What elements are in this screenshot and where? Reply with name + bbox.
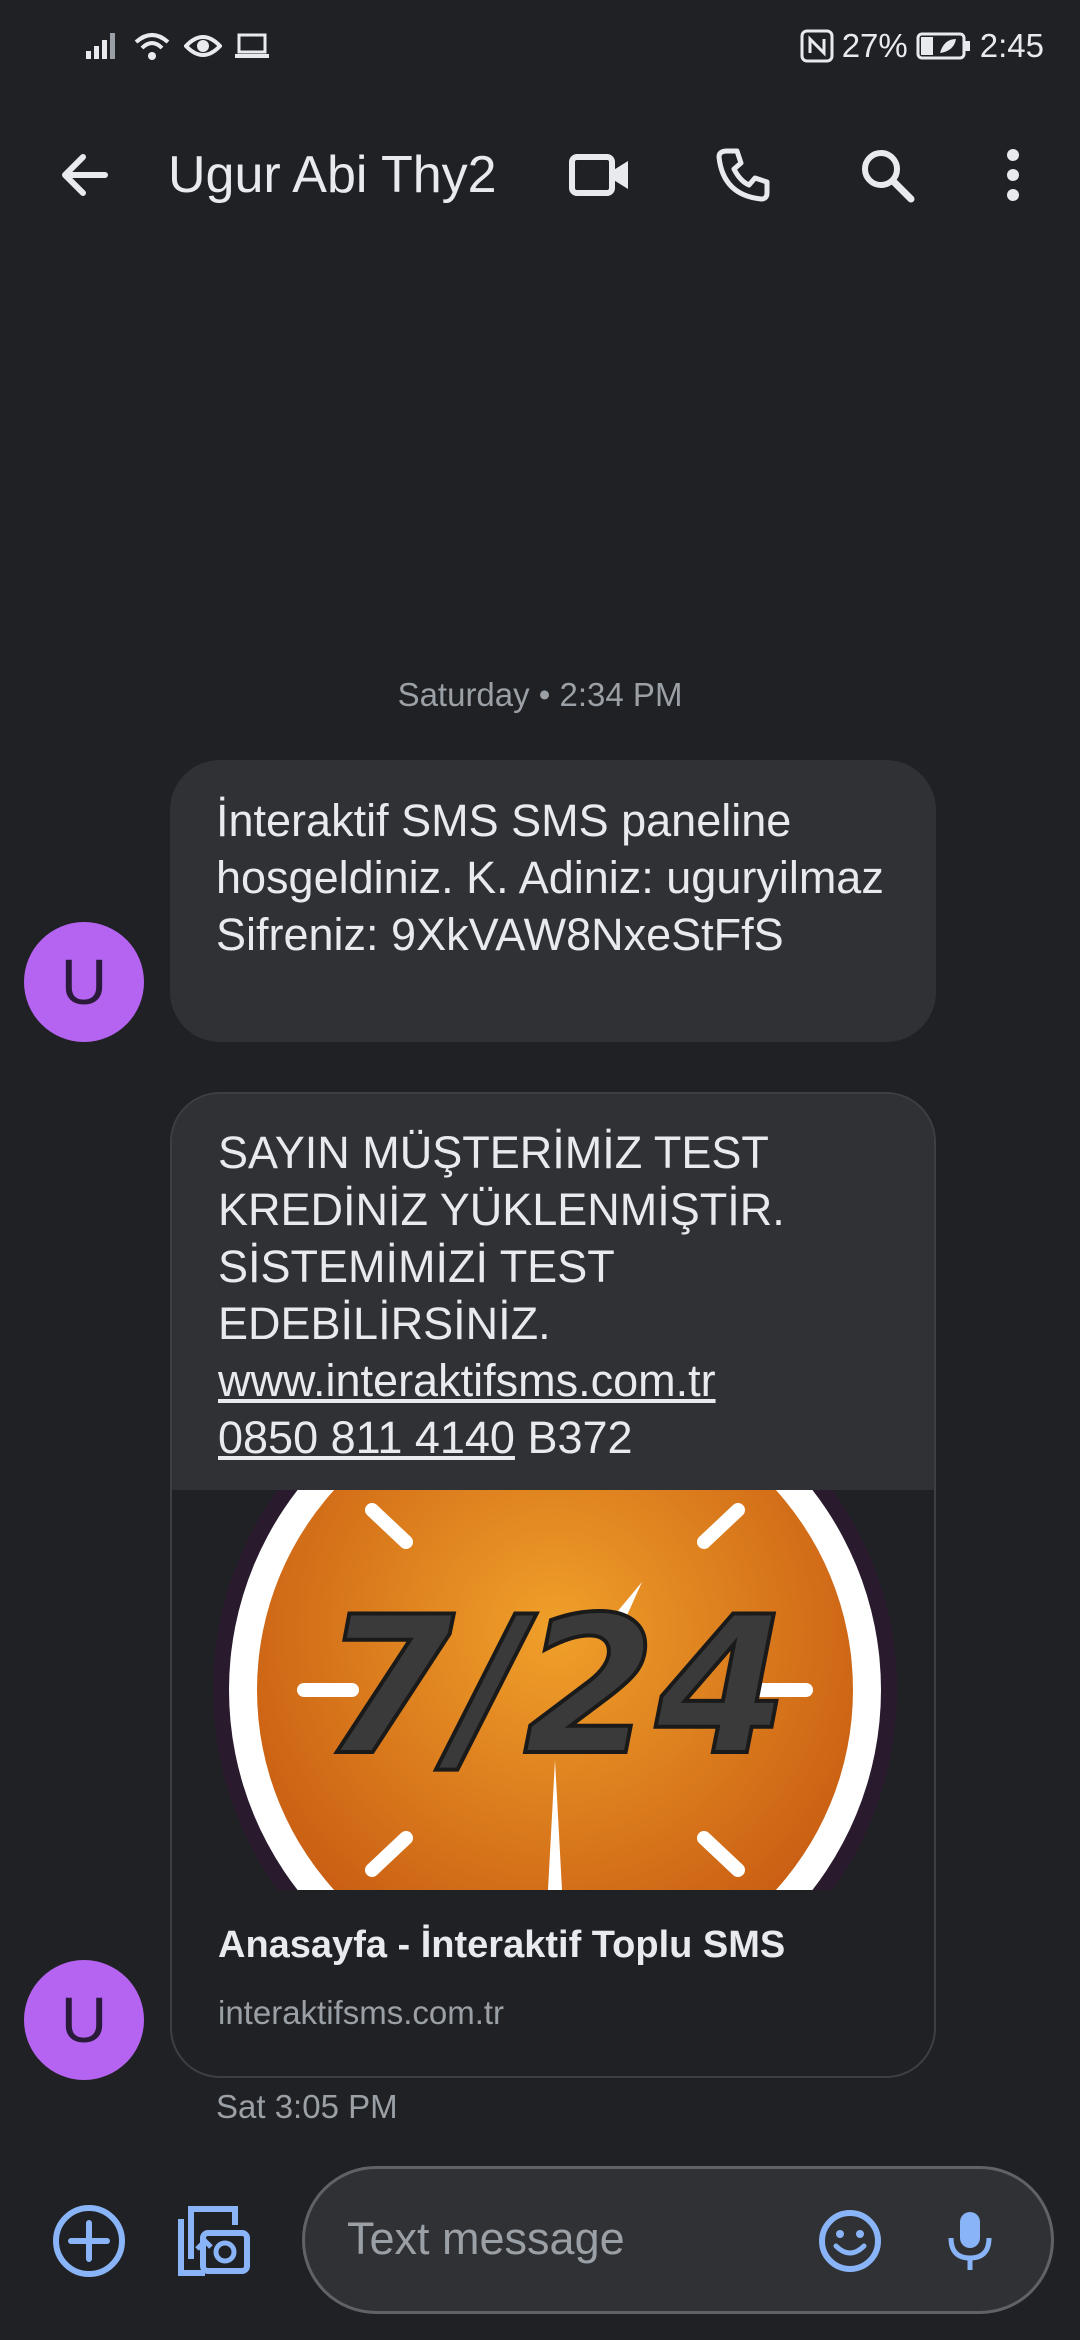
message-bubble-with-preview[interactable]: SAYIN MÜŞTERİMİZ TEST KREDİNİZ YÜKLENMİŞ… bbox=[170, 1092, 936, 2078]
signal-icon bbox=[86, 33, 115, 59]
message-line: SİSTEMİMİZİ TEST bbox=[218, 1241, 615, 1292]
date-divider: Saturday • 2:34 PM bbox=[397, 676, 683, 713]
message-compose-box[interactable]: Text message bbox=[302, 2166, 1054, 2314]
message-line: SAYIN MÜŞTERİMİZ TEST bbox=[218, 1127, 769, 1178]
video-call-button[interactable] bbox=[555, 130, 645, 220]
status-bar-right: 27% 2:45 bbox=[800, 22, 1044, 70]
clock: 2:45 bbox=[979, 27, 1044, 64]
conversation-toolbar: Ugur Abi Thy2 bbox=[0, 130, 1080, 220]
add-icon bbox=[53, 2205, 125, 2277]
add-attachment-button[interactable] bbox=[44, 2196, 134, 2286]
clock-247-logo: 7/24 bbox=[213, 1490, 897, 1890]
eye-icon bbox=[184, 35, 222, 57]
call-button[interactable] bbox=[698, 130, 788, 220]
phone-link[interactable]: 0850 811 4140 bbox=[218, 1412, 515, 1463]
link-preview-title[interactable]: Anasayfa - İnteraktif Toplu SMS bbox=[218, 1924, 785, 1967]
message-suffix: B372 bbox=[514, 1412, 633, 1463]
message-text: SAYIN MÜŞTERİMİZ TEST KREDİNİZ YÜKLENMİŞ… bbox=[218, 1124, 908, 1466]
message-text: İnteraktif SMS SMS paneline hosgeldiniz.… bbox=[216, 795, 884, 960]
emoji-icon bbox=[819, 2210, 881, 2272]
search-icon bbox=[862, 150, 915, 203]
gallery-camera-icon bbox=[178, 2206, 250, 2276]
mic-icon bbox=[948, 2212, 992, 2270]
logo-text: 7/24 bbox=[322, 1576, 788, 1797]
laptop-icon bbox=[235, 33, 269, 58]
contact-name[interactable]: Ugur Abi Thy2 bbox=[168, 142, 497, 208]
battery-percent: 27% bbox=[841, 27, 908, 64]
video-call-icon bbox=[569, 154, 628, 196]
back-button[interactable] bbox=[40, 130, 130, 220]
message-bubble[interactable]: İnteraktif SMS SMS paneline hosgeldiniz.… bbox=[170, 760, 936, 1042]
gallery-button[interactable] bbox=[168, 2196, 258, 2286]
message-line: KREDİNİZ YÜKLENMİŞTİR. bbox=[218, 1184, 785, 1235]
link-preview-domain: interaktifsms.com.tr bbox=[218, 1994, 505, 2031]
wifi-icon bbox=[134, 33, 170, 60]
avatar[interactable]: U bbox=[24, 922, 144, 1042]
search-button[interactable] bbox=[842, 130, 932, 220]
link-preview-image[interactable]: 7/24 bbox=[172, 1490, 934, 1890]
avatar[interactable]: U bbox=[24, 1960, 144, 2080]
message-timestamp: Sat 3:05 PM bbox=[216, 2088, 398, 2125]
more-vert-icon bbox=[1007, 149, 1019, 201]
nfc-icon bbox=[800, 29, 834, 63]
battery-icon bbox=[916, 32, 970, 60]
status-bar-left bbox=[84, 26, 270, 66]
voice-input-button[interactable] bbox=[925, 2196, 1015, 2286]
text-message-input[interactable]: Text message bbox=[347, 2213, 625, 2265]
message-line: EDEBİLİRSİNİZ. bbox=[218, 1298, 551, 1349]
back-arrow-icon bbox=[62, 154, 108, 196]
emoji-button[interactable] bbox=[805, 2196, 895, 2286]
more-options-button[interactable] bbox=[968, 130, 1058, 220]
phone-icon bbox=[716, 148, 770, 202]
website-link[interactable]: www.interaktifsms.com.tr bbox=[218, 1355, 716, 1406]
